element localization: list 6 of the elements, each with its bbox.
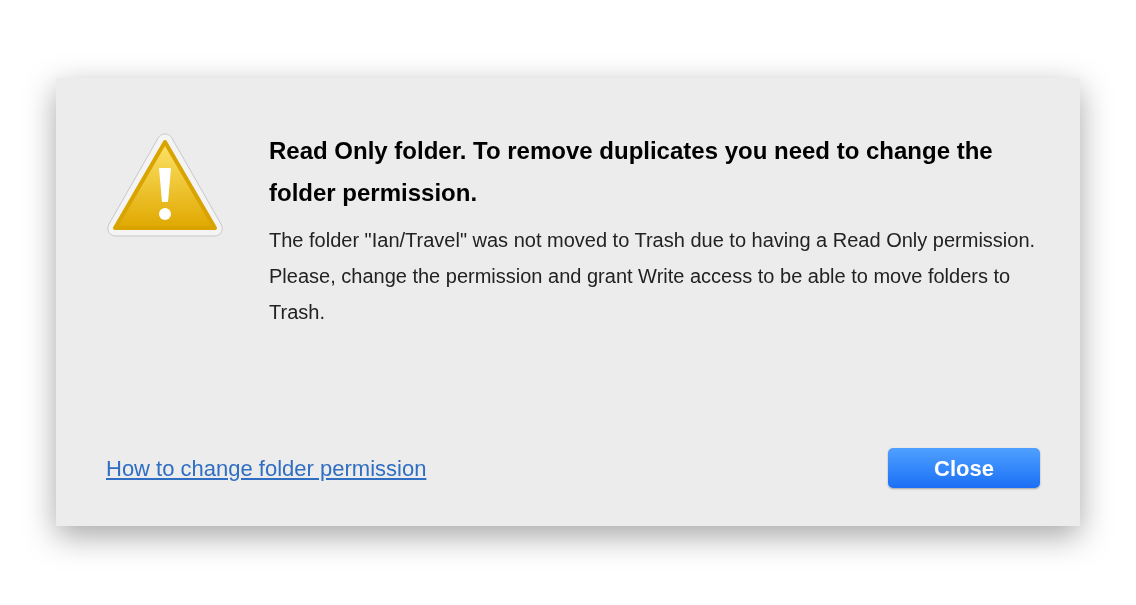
- message-text: Please, change the permission and grant Write access to be able to move folders to Trash.: [269, 264, 1012, 325]
- help-link[interactable]: How to change folder permission: [106, 451, 427, 485]
- dialog-title: Read Only folder. To remove duplicates you need to change the folder permission.: [269, 136, 994, 208]
- message-text: The folder "Ian/Travel" was not moved to Trash due to having a Read Only permission.: [269, 228, 1037, 253]
- close-button[interactable]: Close: [888, 448, 1040, 488]
- warning-icon: [105, 130, 225, 240]
